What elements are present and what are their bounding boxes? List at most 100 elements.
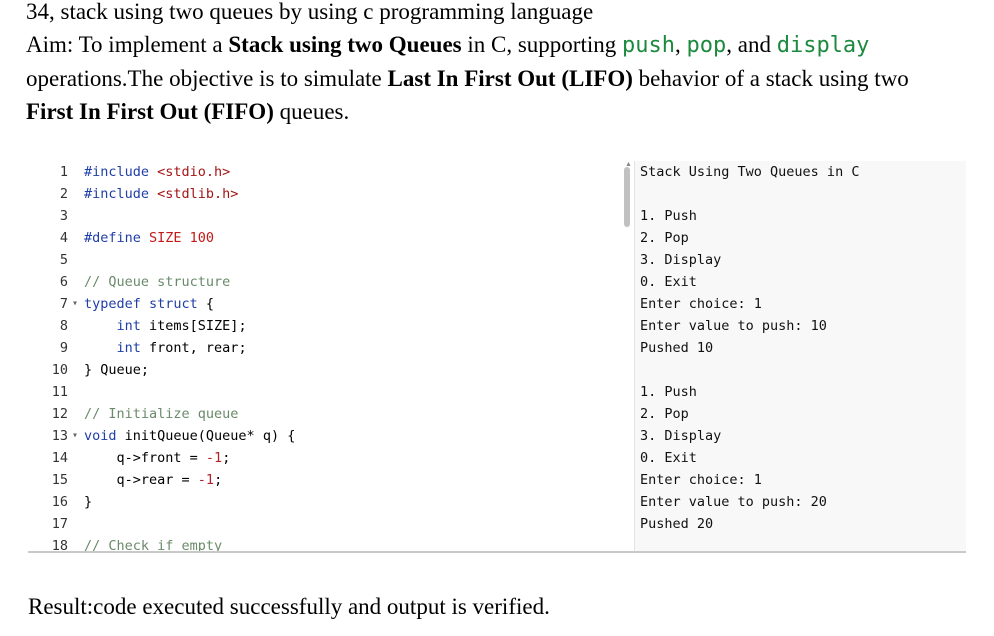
code-line: 3	[28, 205, 634, 227]
code-text: void initQueue(Queue* q) {	[84, 425, 295, 447]
code-text: }	[84, 491, 92, 513]
line-number: 13	[51, 428, 68, 444]
output-line: 2. Pop	[640, 406, 689, 422]
output-line: 1. Push	[640, 208, 697, 224]
code-line: 4 #define SIZE 100	[28, 227, 634, 249]
op-push: push	[622, 33, 675, 58]
code-line: 9 int front, rear;	[28, 337, 634, 359]
output-line: 0. Exit	[640, 274, 697, 290]
aim-prefix: Aim: To implement a	[26, 32, 229, 57]
line-number: 14	[51, 450, 68, 466]
line-number: 7	[59, 296, 68, 312]
code-text: #include <stdio.h>	[84, 161, 230, 183]
output-line: Pushed 20	[640, 516, 714, 532]
line-number: 10	[51, 362, 68, 378]
line-number: 9	[59, 340, 68, 356]
output-line: 3. Display	[640, 428, 722, 444]
output-line: Stack Using Two Queues in C	[640, 164, 860, 180]
code-line: 16}	[28, 491, 634, 513]
code-line: 6 // Queue structure	[28, 271, 634, 293]
code-token: <stdio.h>	[157, 164, 231, 180]
code-line: 10 } Queue;	[28, 359, 634, 381]
aim-line-2: operations.The objective is to simulate …	[26, 62, 976, 95]
code-line: 17	[28, 513, 634, 535]
code-line: 13 ▾ void initQueue(Queue* q) {	[28, 425, 634, 447]
code-line: 2 #include <stdlib.h>	[28, 183, 634, 205]
line-number: 2	[59, 186, 68, 202]
code-token: typedef struct	[84, 296, 198, 312]
aim-bold-lifo: Last In First Out (LIFO)	[387, 66, 633, 91]
code-token: #include	[84, 164, 158, 180]
code-text: q->rear = -1;	[84, 469, 223, 491]
code-text: // Check if empty	[84, 535, 222, 551]
code-token: void	[84, 428, 117, 444]
output-line: Enter choice: 1	[640, 296, 762, 312]
code-token: ;	[214, 472, 223, 488]
code-line: 15 q->rear = -1;	[28, 469, 634, 491]
code-text: int front, rear;	[84, 337, 247, 359]
aim-bold-stack: Stack using two Queues	[228, 32, 462, 57]
line-number: 5	[59, 252, 68, 268]
code-text: #define SIZE 100	[84, 227, 214, 249]
op-pop: pop	[686, 33, 727, 58]
line-number: 4	[59, 230, 68, 246]
output-line: Enter choice: 1	[640, 472, 762, 488]
aim-line2-start: operations.The objective is to simulate	[26, 66, 388, 91]
code-token: q->front =	[84, 450, 206, 466]
code-line: 8 int items[SIZE];	[28, 315, 634, 337]
code-token: // Initialize queue	[84, 406, 239, 422]
output-line: Enter value to push: 10	[640, 318, 827, 334]
code-text: // Queue structure	[84, 271, 230, 293]
code-line: 7 ▾ typedef struct {	[28, 293, 634, 315]
code-token: -1	[197, 472, 215, 488]
line-number: 17	[51, 516, 68, 532]
document-title: 34, stack using two queues by using c pr…	[26, 0, 594, 24]
line-number: 1	[59, 164, 68, 180]
code-text: typedef struct {	[84, 293, 214, 315]
output-line: Pushed 10	[640, 340, 714, 356]
code-text: q->front = -1;	[84, 447, 231, 469]
aim-line3-end: queues.	[273, 99, 350, 124]
code-text: int items[SIZE];	[84, 315, 247, 337]
aim-line-3: First In First Out (FIFO) queues.	[26, 95, 976, 128]
line-number: 11	[51, 384, 68, 400]
fold-arrow-icon[interactable]: ▾	[72, 425, 82, 447]
line-number: 3	[59, 208, 68, 224]
code-text: // Initialize queue	[84, 403, 238, 425]
output-line: 2. Pop	[640, 230, 689, 246]
code-pane[interactable]: ▲ 1 #include <stdio.h> 2 #include <stdlib.h…	[28, 161, 634, 551]
code-editor-screenshot: ▲ 1 #include <stdio.h> 2 #include <stdlib.h…	[28, 161, 966, 553]
code-token: items[SIZE];	[140, 318, 247, 334]
output-pane: Stack Using Two Queues in C 1. Push 2. Pop…	[634, 161, 966, 551]
fold-arrow-icon[interactable]: ▾	[72, 293, 82, 315]
code-line: 11	[28, 381, 634, 403]
result-text: Result:code executed successfully and ou…	[28, 594, 550, 619]
code-token: ;	[222, 450, 231, 466]
code-token: #define	[84, 230, 150, 246]
code-text: #include <stdlib.h>	[84, 183, 238, 205]
code-token: // Queue structure	[84, 274, 231, 290]
aim-line-1: Aim: To implement a Stack using two Queu…	[26, 28, 976, 62]
code-line: 18 // Check if empty	[28, 535, 634, 551]
output-line: 3. Display	[640, 252, 722, 268]
code-line: 5	[28, 249, 634, 271]
output-line: 0. Exit	[640, 450, 697, 466]
code-token: {	[197, 296, 215, 312]
line-number: 12	[51, 406, 68, 422]
code-token: } Queue;	[84, 362, 150, 378]
line-number: 8	[59, 318, 68, 334]
line-number: 16	[51, 494, 68, 510]
output-line: Enter value to push: 20	[640, 494, 827, 510]
code-token: }	[84, 494, 93, 510]
code-token: initQueue(Queue* q) {	[116, 428, 296, 444]
code-token: SIZE 100	[149, 230, 215, 246]
code-token: #include	[84, 186, 158, 202]
line-number: 18	[51, 538, 68, 551]
aim-sep-1: ,	[674, 32, 687, 57]
code-token: // Check if empty	[84, 538, 223, 551]
code-token: -1	[205, 450, 223, 466]
aim-sep-2: , and	[726, 32, 777, 57]
document-header: 34, stack using two queues by using c pr…	[26, 0, 976, 128]
code-line: 14 q->front = -1;	[28, 447, 634, 469]
